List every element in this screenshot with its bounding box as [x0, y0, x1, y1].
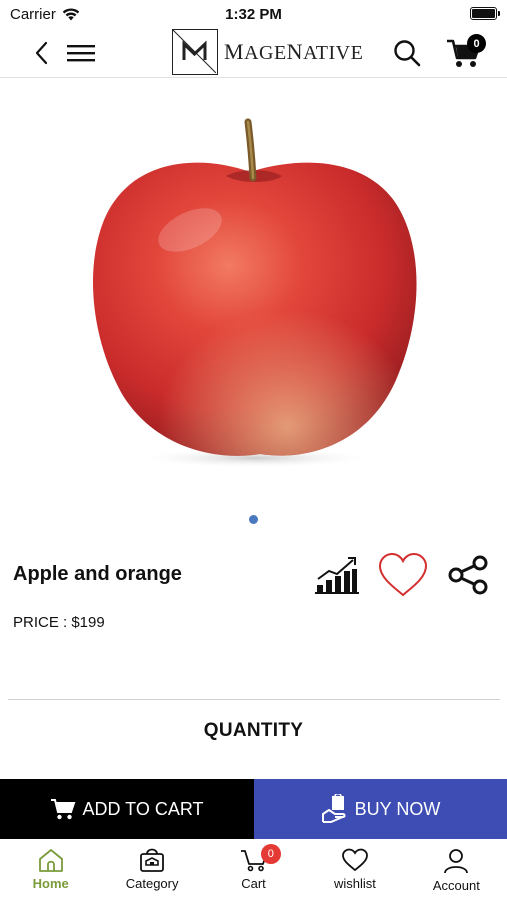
logo-mark-icon — [172, 29, 218, 75]
nav-account-label: Account — [432, 878, 480, 893]
product-price: PRICE : $199 — [13, 614, 105, 631]
hand-bag-icon — [321, 794, 346, 823]
cart-icon — [51, 799, 76, 820]
status-time: 1:32 PM — [225, 6, 282, 23]
image-pagination[interactable] — [0, 515, 507, 524]
share-icon — [448, 555, 488, 595]
nav-wishlist-label: wishlist — [333, 876, 376, 891]
search-icon — [394, 40, 421, 67]
compare-button[interactable] — [315, 555, 359, 595]
search-button[interactable] — [390, 38, 424, 68]
app-header: MAGENATIVE 0 — [0, 28, 507, 78]
add-to-cart-label: ADD TO CART — [82, 798, 204, 819]
nav-category-label: Category — [125, 876, 179, 891]
back-button[interactable] — [28, 38, 54, 68]
chevron-left-icon — [35, 41, 48, 65]
battery-icon — [470, 7, 500, 20]
logo-text: MAGENATIVE — [224, 39, 364, 64]
product-name: Apple and orange — [13, 563, 182, 585]
nav-cart-label: Cart — [241, 876, 266, 891]
share-button[interactable] — [447, 554, 489, 596]
user-icon — [444, 849, 469, 874]
divider — [8, 699, 500, 700]
nav-category[interactable]: Category — [101, 840, 202, 900]
bar-chart-trend-icon — [315, 557, 359, 594]
nav-home[interactable]: Home — [0, 840, 101, 900]
wishlist-button[interactable] — [377, 552, 429, 598]
status-bar: Carrier 1:32 PM — [0, 0, 507, 28]
header-cart-button[interactable]: 0 — [444, 34, 486, 72]
brand-logo[interactable]: MAGENATIVE — [172, 28, 363, 76]
shop-bag-icon — [140, 848, 165, 872]
heart-icon — [342, 848, 368, 872]
product-image[interactable] — [0, 80, 507, 500]
heart-icon — [378, 552, 428, 597]
product-actions — [315, 552, 489, 598]
nav-wishlist[interactable]: wishlist — [304, 840, 405, 900]
buy-now-label: BUY NOW — [354, 798, 441, 819]
bottom-nav: Home Category 0 Cart wishlist Account — [0, 840, 507, 900]
nav-cart[interactable]: 0 Cart — [203, 840, 304, 900]
header-cart-count: 0 — [467, 34, 486, 53]
quantity-label: QUANTITY — [203, 720, 304, 741]
buy-now-button[interactable]: BUY NOW — [254, 779, 507, 839]
menu-button[interactable] — [64, 38, 98, 68]
home-icon — [38, 849, 63, 872]
hamburger-icon — [67, 45, 95, 62]
nav-cart-badge: 0 — [260, 844, 281, 864]
nav-account[interactable]: Account — [406, 840, 507, 900]
apple-photo-icon — [92, 118, 417, 468]
pagination-dot-active[interactable] — [249, 515, 258, 524]
nav-home-label: Home — [32, 876, 69, 891]
add-to-cart-button[interactable]: ADD TO CART — [0, 779, 254, 839]
